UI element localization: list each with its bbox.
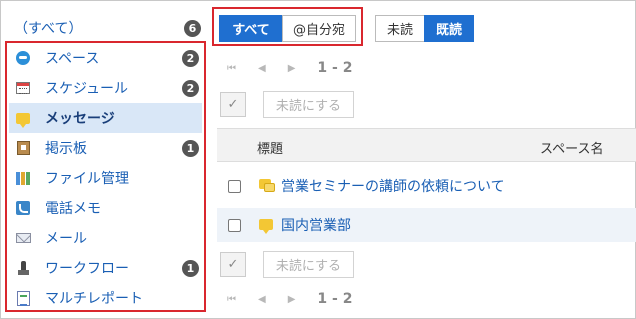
bulletin-board-icon bbox=[15, 140, 31, 156]
row-checkbox[interactable] bbox=[228, 218, 241, 232]
filter-unread-button[interactable]: 未読 bbox=[375, 15, 425, 42]
sidebar-item-message[interactable]: メッセージ bbox=[9, 103, 202, 133]
sidebar-item-all[interactable]: （すべて） 6 bbox=[14, 14, 204, 42]
message-icon bbox=[259, 218, 275, 234]
column-header-space[interactable]: スペース名 bbox=[540, 138, 603, 157]
mark-unread-button[interactable]: 未読にする bbox=[263, 251, 354, 278]
sidebar-item-space[interactable]: スペース 2 bbox=[9, 43, 202, 73]
sidebar-item-phone-memo[interactable]: 電話メモ bbox=[9, 193, 202, 223]
table-row: 国内営業部 bbox=[217, 208, 636, 242]
count-badge: 2 bbox=[182, 49, 199, 67]
sidebar-item-mail[interactable]: メール bbox=[9, 223, 202, 253]
table-header: 標題 スペース名 bbox=[217, 128, 636, 162]
space-icon bbox=[15, 50, 31, 66]
sidebar-item-label: ファイル管理 bbox=[45, 171, 129, 187]
calendar-icon bbox=[15, 80, 31, 96]
multi-report-icon bbox=[15, 290, 31, 306]
first-page-icon[interactable]: ⏮ bbox=[227, 294, 236, 305]
filter-mention-button[interactable]: @自分宛 bbox=[282, 15, 356, 42]
row-checkbox[interactable] bbox=[228, 179, 241, 193]
count-badge: 1 bbox=[182, 139, 199, 157]
sidebar-item-file-management[interactable]: ファイル管理 bbox=[9, 163, 202, 193]
message-title-link[interactable]: 営業セミナーの講師の依頼について bbox=[281, 176, 505, 196]
sidebar-item-label: マルチレポート bbox=[45, 291, 143, 307]
filter-all-button[interactable]: すべて bbox=[219, 15, 283, 42]
mark-unread-button[interactable]: 未読にする bbox=[263, 91, 354, 118]
message-icon bbox=[15, 110, 31, 128]
next-page-icon[interactable]: ▶ bbox=[288, 294, 296, 305]
page-range: 1 - 2 bbox=[317, 60, 353, 76]
page-range: 1 - 2 bbox=[317, 291, 353, 307]
count-badge: 6 bbox=[184, 19, 201, 37]
sidebar-item-multi-report[interactable]: マルチレポート bbox=[9, 283, 202, 313]
check-all-button[interactable]: ✓ bbox=[220, 92, 246, 117]
first-page-icon[interactable]: ⏮ bbox=[227, 63, 236, 74]
count-badge: 2 bbox=[182, 79, 199, 97]
table-row: 営業セミナーの講師の依頼について bbox=[217, 169, 636, 203]
sidebar-item-label: メッセージ bbox=[45, 111, 115, 127]
prev-page-icon[interactable]: ◀ bbox=[258, 63, 266, 74]
sidebar-item-label: ワークフロー bbox=[45, 261, 129, 277]
pager-bottom: ⏮ ◀ ▶ 1 - 2 bbox=[227, 289, 352, 309]
sidebar-item-schedule[interactable]: スケジュール 2 bbox=[9, 73, 202, 103]
prev-page-icon[interactable]: ◀ bbox=[258, 294, 266, 305]
file-management-icon bbox=[15, 170, 31, 186]
sidebar-item-label: 掲示板 bbox=[45, 141, 87, 157]
thread-icon bbox=[259, 178, 275, 194]
sidebar-item-label: スペース bbox=[45, 51, 100, 67]
check-all-button[interactable]: ✓ bbox=[220, 252, 246, 277]
sidebar-item-label: 電話メモ bbox=[45, 201, 101, 217]
sidebar-item-workflow[interactable]: ワークフロー 1 bbox=[9, 253, 202, 283]
filter-read-button[interactable]: 既読 bbox=[424, 15, 474, 42]
count-badge: 1 bbox=[182, 259, 199, 277]
message-title-link[interactable]: 国内営業部 bbox=[281, 215, 351, 235]
sidebar-item-bulletin-board[interactable]: 掲示板 1 bbox=[9, 133, 202, 163]
sidebar-item-label: （すべて） bbox=[14, 21, 83, 37]
column-header-title[interactable]: 標題 bbox=[257, 138, 283, 157]
sidebar-item-label: メール bbox=[45, 231, 87, 247]
sidebar-item-label: スケジュール bbox=[45, 81, 129, 97]
app-sidebar: スペース 2 スケジュール 2 メッセージ 掲示板 1 ファイル管理 電話メモ … bbox=[5, 41, 206, 312]
phone-memo-icon bbox=[15, 200, 31, 216]
mail-icon bbox=[15, 230, 31, 246]
next-page-icon[interactable]: ▶ bbox=[288, 63, 296, 74]
pager-top: ⏮ ◀ ▶ 1 - 2 bbox=[227, 58, 352, 78]
workflow-icon bbox=[15, 260, 31, 276]
